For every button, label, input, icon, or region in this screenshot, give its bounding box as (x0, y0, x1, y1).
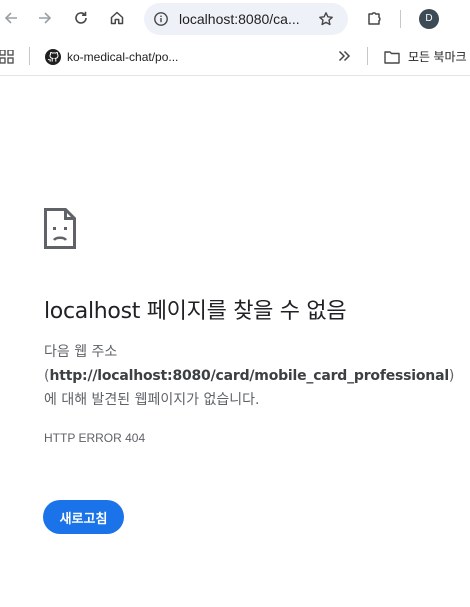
bookmarks-bar: ko-medical-chat/po... 모든 북마크 (0, 38, 470, 76)
page-title: localhost 페이지를 찾을 수 없음 (44, 299, 347, 324)
extensions-button[interactable] (360, 3, 390, 33)
sad-page-icon (44, 208, 76, 249)
info-icon (154, 12, 168, 26)
forward-arrow-icon (39, 12, 52, 24)
reload-icon (75, 11, 87, 24)
bookmark-label: ko-medical-chat/po... (67, 49, 179, 64)
bookmarks-divider (29, 47, 30, 65)
error-url-line: (http://localhost:8080/card/mobile_card_… (44, 364, 454, 388)
requested-url: http://localhost:8080/card/mobile_card_p… (49, 368, 449, 384)
home-icon (110, 11, 124, 25)
bookmark-item-ko-medical-chat[interactable]: ko-medical-chat/po... (45, 38, 178, 75)
all-bookmarks-button[interactable]: 모든 북마크 (384, 38, 467, 75)
error-line-1: 다음 웹 주소 (44, 344, 118, 360)
back-arrow-icon (4, 12, 17, 24)
star-icon (319, 12, 333, 26)
chevron-double-right-icon[interactable] (336, 48, 352, 64)
reload-button[interactable]: 새로고침 (43, 500, 124, 534)
error-code: HTTP ERROR 404 (44, 431, 146, 445)
reload-toolbar-button[interactable] (66, 3, 96, 33)
back-button[interactable] (0, 3, 26, 33)
toolbar-divider (400, 10, 401, 28)
home-button[interactable] (102, 3, 132, 33)
bookmark-star-button[interactable] (315, 8, 337, 30)
folder-icon (384, 50, 400, 64)
github-icon (45, 48, 61, 65)
site-info-button[interactable] (150, 8, 172, 30)
url-close-paren: ) (448, 368, 455, 384)
error-description: 다음 웹 주소 (http://localhost:8080/card/mobi… (44, 340, 454, 412)
all-bookmarks-label: 모든 북마크 (408, 50, 467, 64)
address-bar-url[interactable]: localhost:8080/ca... (179, 3, 311, 35)
puzzle-icon (368, 12, 381, 25)
address-bar[interactable]: localhost:8080/ca... (144, 3, 348, 35)
browser-toolbar: localhost:8080/ca... D (0, 0, 470, 38)
error-line-3: 에 대해 발견된 웹페이지가 없습니다. (44, 392, 260, 408)
apps-grid-icon[interactable] (0, 50, 14, 64)
bookmarks-divider-2 (367, 47, 368, 65)
profile-avatar[interactable]: D (419, 9, 439, 29)
forward-button[interactable] (30, 3, 60, 33)
